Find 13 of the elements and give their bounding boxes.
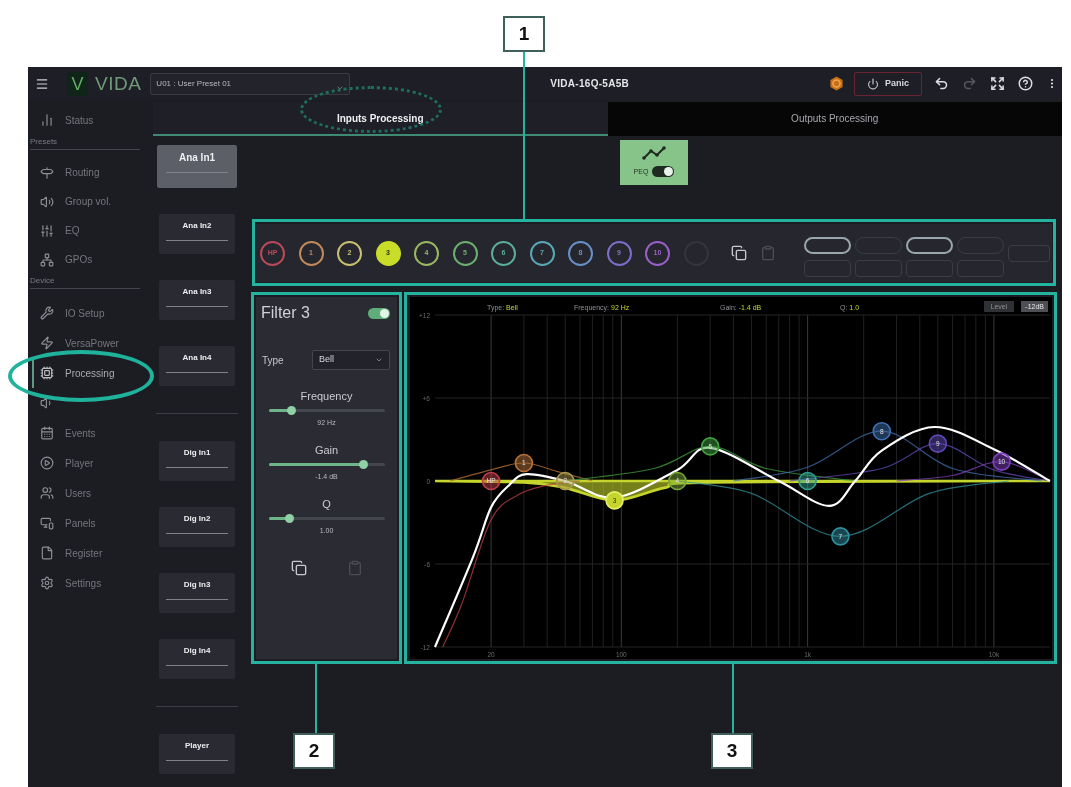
filter-title: Filter 3 [261,304,310,322]
callout-number: 3 [711,733,753,769]
section-heading: Presets [30,137,140,150]
brand-name: VIDA [95,72,142,95]
slider-label: Gain [314,443,339,457]
callout-number: 2 [293,733,335,769]
field-label: Type [262,353,284,368]
slider-label: Q [322,497,331,511]
slider-label: Frequency [300,389,353,403]
section-heading: Device [30,276,140,289]
callout-number: 1 [503,16,545,52]
device-title: VIDA-16Q-5A5B [550,77,630,91]
logo-mark: V [67,71,88,96]
